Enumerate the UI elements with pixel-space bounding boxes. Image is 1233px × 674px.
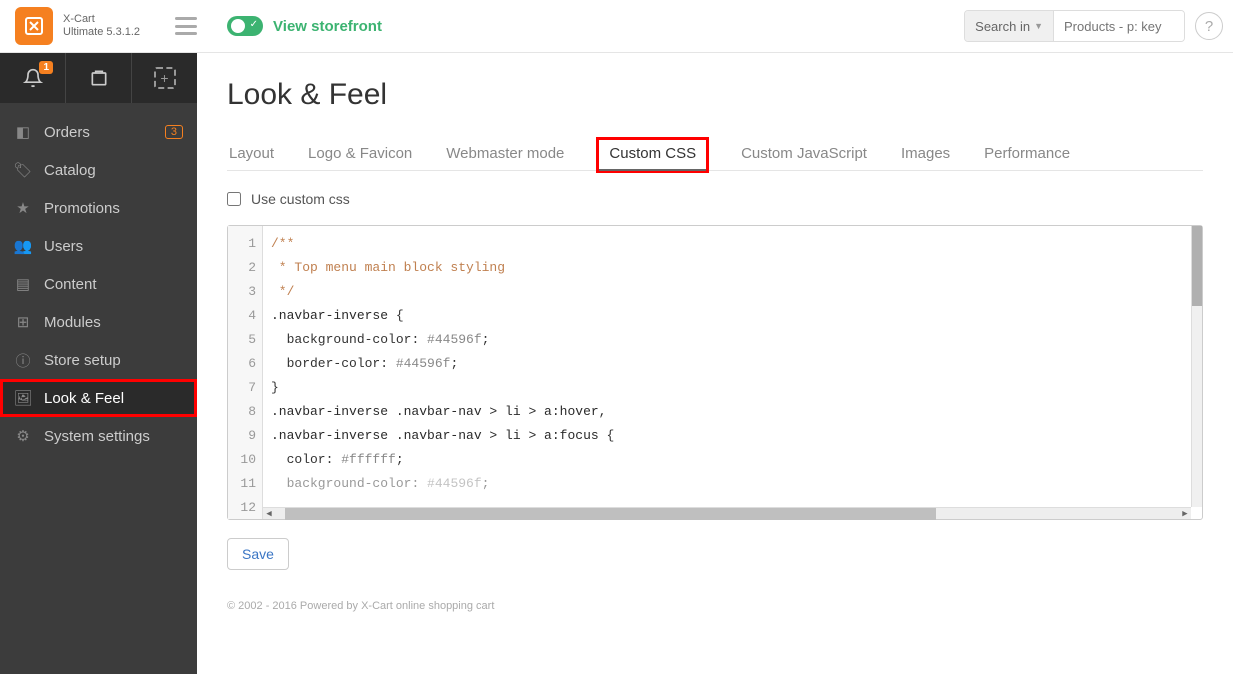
tab-images[interactable]: Images (899, 137, 952, 170)
horizontal-scrollbar[interactable]: ◀ ▶ (263, 507, 1191, 519)
scroll-right-icon[interactable]: ▶ (1179, 508, 1191, 520)
promotions-icon: ★ (14, 199, 32, 217)
line-gutter: 1 2 3 4 5 6 7 8 9 10 11 12 (228, 226, 263, 519)
line-number: 3 (228, 280, 256, 304)
orders-icon: ◧ (14, 123, 32, 141)
line-number: 7 (228, 376, 256, 400)
line-number: 4 (228, 304, 256, 328)
search-input[interactable] (1054, 11, 1184, 41)
modules-icon: ⊞ (14, 313, 32, 331)
toggle-switch-icon[interactable]: ✓ (227, 16, 263, 36)
line-number: 12 (228, 496, 256, 520)
use-custom-css-label: Use custom css (251, 191, 350, 207)
users-icon: 👥 (14, 237, 32, 255)
sidebar-iconbar: 1 + (0, 53, 197, 103)
tab-performance[interactable]: Performance (982, 137, 1072, 170)
sidebar-item-orders[interactable]: ◧ Orders 3 (0, 113, 197, 151)
search-in-label: Search in (975, 19, 1030, 34)
storefront-toggle[interactable]: ✓ View storefront (227, 16, 382, 36)
add-icon[interactable]: + (131, 53, 197, 103)
brand-name: X-Cart (63, 13, 140, 26)
caret-down-icon: ▼ (1034, 21, 1043, 31)
sidebar-item-label: Promotions (44, 200, 120, 217)
system-settings-icon: ⚙ (14, 427, 32, 445)
sidebar-item-look-feel[interactable]: 🖼 Look & Feel (0, 379, 197, 417)
line-number: 6 (228, 352, 256, 376)
sidebar-item-modules[interactable]: ⊞ Modules (0, 303, 197, 341)
vertical-scrollbar[interactable] (1191, 226, 1202, 507)
sidebar-item-label: Store setup (44, 352, 121, 369)
tab-logo-favicon[interactable]: Logo & Favicon (306, 137, 414, 170)
footer-text: © 2002 - 2016 Powered by X-Cart online s… (227, 600, 1203, 612)
tab-webmaster-mode[interactable]: Webmaster mode (444, 137, 566, 170)
help-icon[interactable]: ? (1195, 12, 1223, 40)
sidebar-item-label: Modules (44, 314, 101, 331)
notif-badge: 1 (39, 61, 53, 74)
main-content: Look & Feel Layout Logo & Favicon Webmas… (197, 53, 1233, 674)
tab-custom-javascript[interactable]: Custom JavaScript (739, 137, 869, 170)
sidebar-item-label: Users (44, 238, 83, 255)
code-editor[interactable]: 1 2 3 4 5 6 7 8 9 10 11 12 /** * Top men… (227, 225, 1203, 520)
sidebar-item-promotions[interactable]: ★ Promotions (0, 189, 197, 227)
look-feel-icon: 🖼 (14, 389, 32, 407)
sidebar-item-system-settings[interactable]: ⚙ System settings (0, 417, 197, 455)
search-group: Search in ▼ (964, 10, 1185, 42)
line-number: 8 (228, 400, 256, 424)
sidebar-item-content[interactable]: ▤ Content (0, 265, 197, 303)
line-number: 2 (228, 256, 256, 280)
brand-text: X-Cart Ultimate 5.3.1.2 (63, 13, 140, 39)
sidebar-nav: ◧ Orders 3 🏷 Catalog ★ Promotions 👥 User… (0, 103, 197, 455)
sidebar-item-store-setup[interactable]: ⓘ Store setup (0, 341, 197, 379)
orders-badge: 3 (165, 125, 183, 139)
storefront-label: View storefront (273, 18, 382, 35)
content-icon: ▤ (14, 275, 32, 293)
sidebar-item-catalog[interactable]: 🏷 Catalog (0, 151, 197, 189)
notifications-icon[interactable]: 1 (0, 53, 65, 103)
catalog-icon: 🏷 (14, 161, 32, 179)
code-body[interactable]: /** * Top menu main block styling */ .na… (263, 226, 1202, 519)
marketplace-icon[interactable] (65, 53, 131, 103)
scroll-left-icon[interactable]: ◀ (263, 508, 275, 520)
use-custom-css-row[interactable]: Use custom css (227, 191, 1203, 207)
page-title: Look & Feel (227, 78, 1203, 112)
topbar: X-Cart Ultimate 5.3.1.2 ✓ View storefron… (0, 0, 1233, 53)
sidebar-item-label: Look & Feel (44, 390, 124, 407)
tab-custom-css[interactable]: Custom CSS (596, 137, 709, 173)
logo[interactable] (15, 7, 53, 45)
use-custom-css-checkbox[interactable] (227, 192, 241, 206)
tab-layout[interactable]: Layout (227, 137, 276, 170)
hamburger-icon[interactable] (175, 17, 197, 35)
store-setup-icon: ⓘ (14, 351, 32, 369)
line-number: 10 (228, 448, 256, 472)
sidebar-item-label: Catalog (44, 162, 96, 179)
sidebar-item-label: Orders (44, 124, 90, 141)
save-button[interactable]: Save (227, 538, 289, 570)
line-number: 1 (228, 232, 256, 256)
search-in-dropdown[interactable]: Search in ▼ (965, 11, 1054, 41)
line-number: 9 (228, 424, 256, 448)
sidebar: 1 + ◧ Orders 3 🏷 Catalog ★ Promotions 👥 … (0, 53, 197, 674)
line-number: 11 (228, 472, 256, 496)
sidebar-item-users[interactable]: 👥 Users (0, 227, 197, 265)
tabs: Layout Logo & Favicon Webmaster mode Cus… (227, 137, 1203, 171)
line-number: 5 (228, 328, 256, 352)
sidebar-item-label: Content (44, 276, 97, 293)
topbar-right: Search in ▼ ? (964, 10, 1223, 42)
brand-edition: Ultimate 5.3.1.2 (63, 26, 140, 39)
sidebar-item-label: System settings (44, 428, 150, 445)
